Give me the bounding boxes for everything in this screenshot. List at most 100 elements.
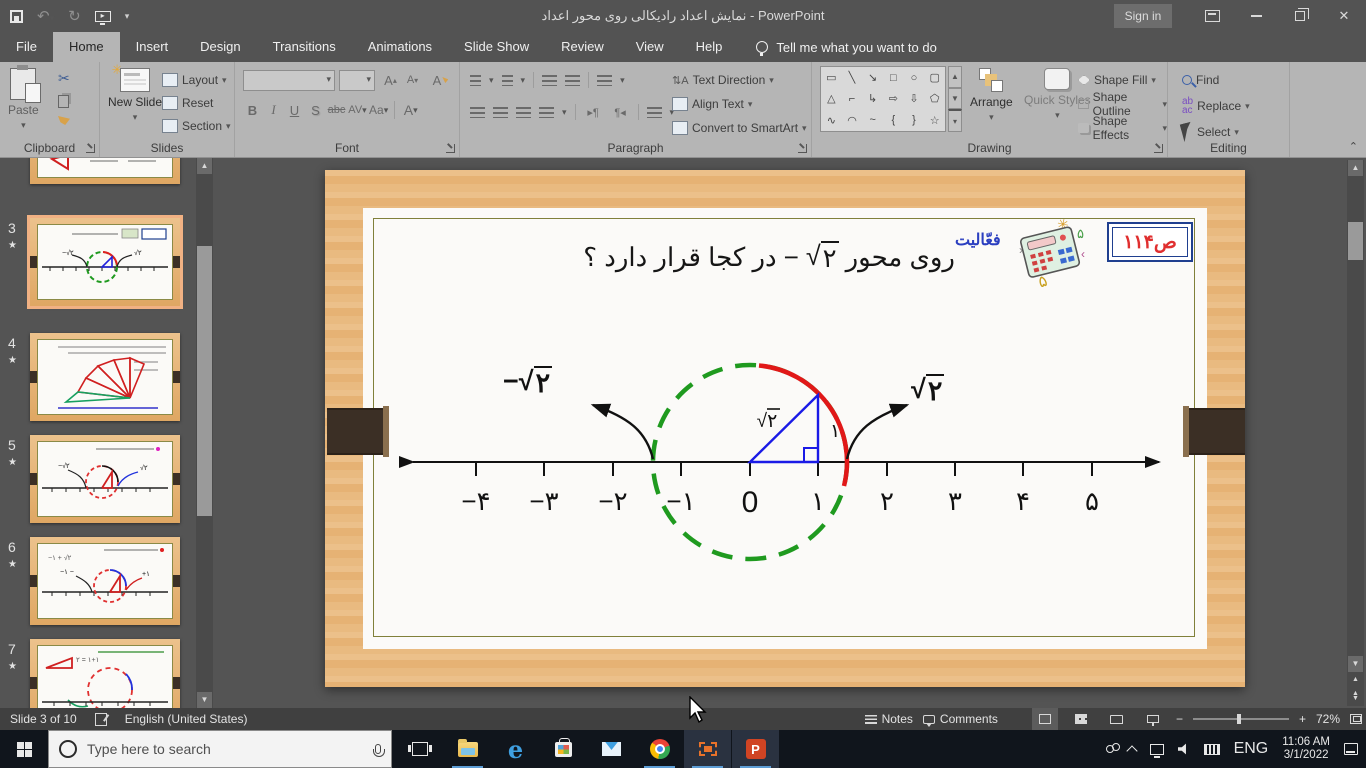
shape-outline-button[interactable]: Shape Outline ▾ [1078, 90, 1167, 118]
reading-view-button[interactable] [1104, 708, 1130, 730]
next-slide-icon[interactable]: ▼▼ [1348, 692, 1363, 716]
shape-curve-icon[interactable]: ~ [869, 114, 875, 126]
italic-button[interactable]: I [264, 100, 283, 120]
paste-button[interactable]: Paste ▾ [8, 65, 42, 131]
find-button[interactable]: Find [1182, 70, 1250, 90]
mail-icon[interactable] [588, 730, 635, 768]
fit-slide-icon[interactable] [1350, 714, 1362, 724]
shape-arrow-icon[interactable]: ↘ [868, 71, 877, 84]
font-size-combo[interactable] [339, 70, 375, 91]
tab-slideshow[interactable]: Slide Show [448, 32, 545, 62]
shape-line-icon[interactable]: ╲ [849, 71, 856, 84]
language-indicator[interactable]: ENG [1234, 740, 1269, 758]
scroll-up-icon[interactable]: ▲ [1348, 160, 1363, 176]
numbering-icon[interactable] [501, 74, 513, 86]
shape-elbow-arrow-icon[interactable]: ↳ [868, 92, 877, 105]
increase-font-icon[interactable]: A ▴ [381, 70, 400, 90]
shape-triangle-icon[interactable]: △ [827, 92, 835, 105]
bold-button[interactable]: B [243, 100, 262, 120]
gallery-more-icon[interactable]: ▾ [948, 109, 962, 133]
spell-check-icon[interactable] [94, 712, 107, 726]
gallery-up-icon[interactable]: ▲ [948, 66, 962, 88]
align-center-icon[interactable] [493, 106, 508, 118]
clipboard-dialog-launcher[interactable] [86, 144, 95, 153]
tell-me-box[interactable]: Tell me what you want to do [756, 32, 937, 62]
taskbar-search[interactable]: Type here to search [48, 730, 392, 768]
section-button[interactable]: Section ▾ [162, 116, 231, 136]
change-case-button[interactable]: Aa ▾ [369, 100, 388, 120]
minimize-button[interactable] [1234, 0, 1278, 32]
rtl-direction-icon[interactable]: ¶◂ [611, 102, 630, 122]
zoom-slider[interactable] [1192, 714, 1289, 724]
reset-button[interactable]: Reset [162, 93, 231, 113]
language-status[interactable]: English (United States) [125, 712, 248, 726]
shape-pentagon-icon[interactable]: ⬠ [930, 92, 940, 105]
tab-view[interactable]: View [620, 32, 680, 62]
shape-down-arrow-icon[interactable]: ⇩ [909, 92, 918, 105]
shape-fill-button[interactable]: Shape Fill ▾ [1078, 70, 1167, 90]
underline-button[interactable]: U [285, 100, 304, 120]
align-text-button[interactable]: Align Text ▾ [672, 94, 807, 114]
shape-right-brace-icon[interactable]: } [912, 114, 916, 126]
chrome-icon[interactable] [636, 730, 683, 768]
shape-rounded-rect-icon[interactable]: ▢ [929, 71, 939, 84]
thumb-scroll-down-icon[interactable]: ▼ [197, 692, 212, 708]
font-color-button[interactable]: A ▾ [401, 100, 420, 120]
tab-transitions[interactable]: Transitions [257, 32, 352, 62]
shape-textbox-icon[interactable]: ▭ [826, 71, 836, 84]
bullets-icon[interactable] [470, 74, 481, 86]
zoom-level[interactable]: 72% [1316, 712, 1340, 726]
tab-help[interactable]: Help [680, 32, 739, 62]
paragraph-dialog-launcher[interactable] [798, 144, 807, 153]
shape-arc-icon[interactable]: ◠ [847, 114, 857, 127]
decrease-font-icon[interactable]: A ▾ [403, 70, 422, 90]
increase-indent-icon[interactable] [565, 74, 581, 86]
text-direction-button[interactable]: ⇅A Text Direction ▾ [672, 70, 807, 90]
shape-left-brace-icon[interactable]: { [891, 114, 895, 126]
slide-sorter-button[interactable] [1068, 708, 1094, 730]
close-button[interactable]: ✕ [1322, 0, 1366, 32]
sign-in-button[interactable]: Sign in [1114, 4, 1172, 28]
shape-effects-button[interactable]: Shape Effects ▾ [1078, 114, 1167, 142]
notes-button[interactable]: Notes [864, 712, 913, 726]
tab-file[interactable]: File [0, 32, 53, 62]
shape-elbow-icon[interactable]: ⌐ [849, 93, 855, 105]
normal-view-button[interactable] [1031, 708, 1058, 730]
tab-animations[interactable]: Animations [352, 32, 448, 62]
touch-keyboard-icon[interactable] [1203, 743, 1220, 755]
clear-formatting-icon[interactable]: A [431, 70, 450, 90]
show-hidden-icons-chevron[interactable] [1125, 745, 1138, 757]
screen-recorder-icon[interactable] [684, 730, 731, 768]
new-slide-button[interactable]: ✳ New Slide ▾ [108, 62, 162, 123]
shape-rectangle-icon[interactable]: □ [890, 72, 897, 84]
zoom-slider-thumb[interactable] [1236, 714, 1241, 724]
thumbnail-scrollbar[interactable]: ▲ ▼ [196, 158, 213, 708]
replace-button[interactable]: ab ac Replace ▾ [1182, 96, 1250, 116]
thumb-scroll-thumb[interactable] [197, 246, 212, 516]
shape-oval-icon[interactable]: ○ [911, 72, 918, 84]
character-spacing-button[interactable]: AV ▾ [348, 100, 367, 120]
select-button[interactable]: Select ▾ [1179, 121, 1250, 143]
tab-design[interactable]: Design [184, 32, 256, 62]
edge-icon[interactable]: e [492, 730, 539, 768]
thumb-scroll-up-icon[interactable]: ▲ [197, 158, 212, 174]
people-icon[interactable] [1105, 743, 1120, 753]
copy-icon[interactable] [58, 95, 69, 108]
format-painter-icon[interactable] [58, 116, 70, 125]
drawing-dialog-launcher[interactable] [1154, 144, 1163, 153]
strikethrough-button[interactable]: abc [327, 100, 346, 120]
scroll-down-icon[interactable]: ▼ [1348, 656, 1363, 672]
tab-review[interactable]: Review [545, 32, 620, 62]
tab-insert[interactable]: Insert [120, 32, 185, 62]
convert-smartart-button[interactable]: Convert to SmartArt ▾ [672, 118, 807, 138]
cut-icon[interactable]: ✂ [58, 70, 70, 87]
shape-scribble-icon[interactable]: ∿ [827, 114, 836, 127]
ltr-direction-icon[interactable]: ▸¶ [584, 102, 603, 122]
network-icon[interactable] [1149, 743, 1164, 758]
microphone-icon[interactable] [373, 744, 385, 757]
text-shadow-button[interactable]: S [306, 100, 325, 120]
action-center-icon[interactable] [1344, 743, 1358, 755]
arrange-button[interactable]: Arrange ▾ [970, 68, 1013, 123]
align-right-icon[interactable] [516, 106, 531, 118]
main-scrollbar[interactable]: ▲ ▼ ▲▲ ▼▼ [1347, 160, 1364, 716]
